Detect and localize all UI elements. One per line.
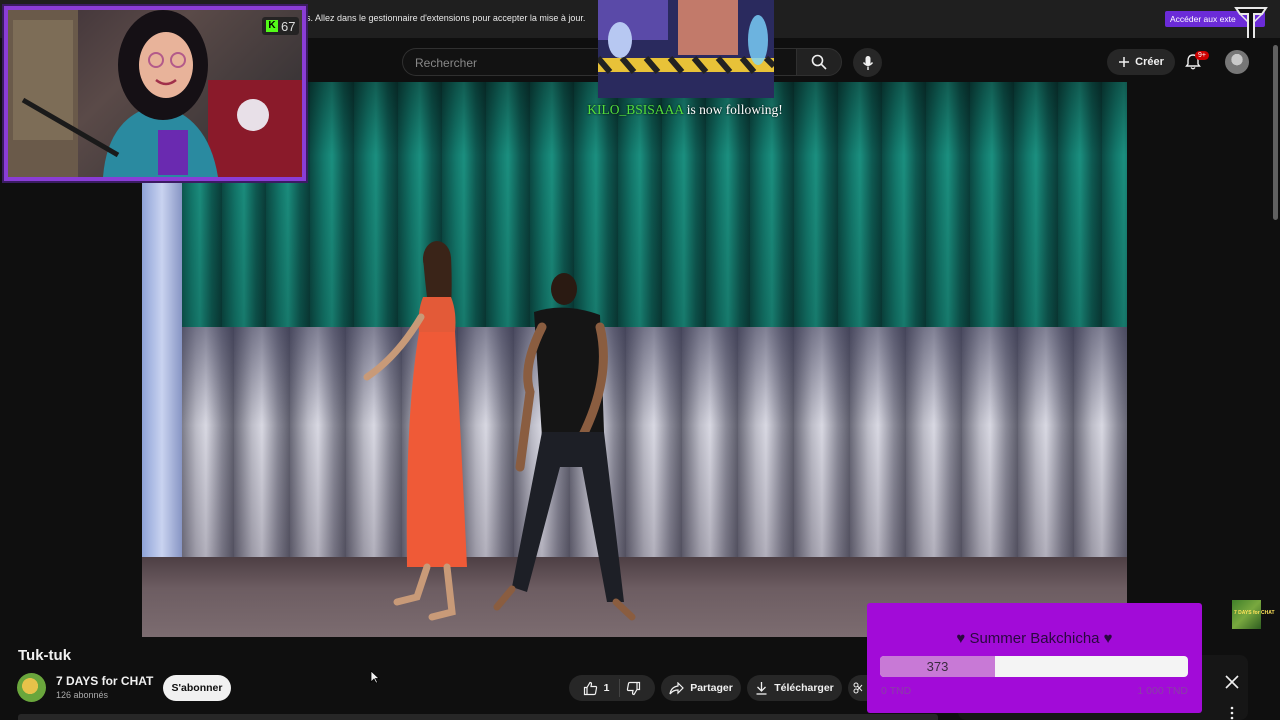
follow-alert-suffix: is now following!	[683, 102, 783, 117]
channel-avatar[interactable]	[17, 673, 46, 702]
stage-curtain-grey	[178, 317, 1127, 587]
streamer-illustration	[8, 10, 302, 177]
account-avatar[interactable]	[1225, 50, 1249, 74]
voice-search-button[interactable]	[853, 48, 882, 77]
thumbs-up-icon	[583, 681, 597, 695]
channel-watermark[interactable]: 7 DAYS for CHAT	[1232, 600, 1275, 629]
donation-goal-widget: ♥ Summer Bakchicha ♥ 373 0 TND 1 000 TND	[867, 603, 1202, 713]
donation-goal-max: 1 000 TND	[1137, 685, 1188, 697]
subscriber-count: 126 abonnés	[56, 690, 109, 700]
kick-logo-icon: K	[266, 20, 278, 32]
stage-light-left	[142, 162, 182, 582]
download-button[interactable]: Télécharger	[747, 675, 842, 701]
subscribe-button[interactable]: S'abonner	[163, 675, 231, 701]
thumbs-down-icon	[627, 681, 641, 695]
more-options-icon[interactable]	[1229, 706, 1235, 720]
scissors-icon	[853, 682, 863, 694]
screen: s. Allez dans le gestionnaire d'extensio…	[0, 0, 1280, 720]
donation-goal-min: 0 TND	[881, 685, 912, 697]
create-button[interactable]: Créer	[1107, 49, 1175, 75]
video-title: Tuk-tuk	[18, 647, 72, 664]
extension-update-message: s. Allez dans le gestionnaire d'extensio…	[306, 13, 586, 23]
clip-button[interactable]	[848, 675, 868, 701]
like-button[interactable]: 1	[583, 679, 621, 697]
channel-watermark-text: 7 DAYS for CHAT	[1234, 610, 1275, 616]
dancer-man	[493, 273, 636, 621]
close-icon[interactable]	[1222, 672, 1242, 692]
follow-alert-artwork	[598, 0, 774, 98]
viewer-count: 67	[281, 18, 296, 34]
channel-name[interactable]: 7 DAYS for CHAT	[56, 674, 153, 688]
description-box-edge	[18, 714, 938, 720]
share-icon	[669, 681, 685, 694]
like-count: 1	[603, 682, 610, 694]
notifications-badge: 9+	[1195, 51, 1209, 60]
donation-goal-current: 373	[926, 659, 949, 674]
search-button[interactable]	[796, 48, 842, 76]
plus-icon	[1119, 57, 1130, 67]
create-label: Créer	[1135, 56, 1164, 68]
donation-goal-title: ♥ Summer Bakchicha ♥	[956, 630, 1113, 647]
microphone-icon	[862, 55, 873, 70]
mouse-cursor-icon	[370, 670, 380, 684]
stage-curtain-green	[178, 82, 1127, 327]
dislike-button[interactable]	[626, 681, 641, 696]
like-dislike-group: 1	[569, 675, 655, 701]
streamer-webcam: K 67	[4, 6, 306, 181]
scrollbar-thumb[interactable]	[1273, 45, 1278, 220]
follow-alert-message: KILO_BSISAAA is now following!	[560, 102, 810, 118]
download-label: Télécharger	[774, 682, 834, 694]
donation-goal-bar: 373	[880, 656, 1188, 677]
share-label: Partager	[690, 682, 733, 694]
follower-username: KILO_BSISAAA	[587, 102, 684, 117]
dancer-woman	[363, 241, 467, 621]
share-button[interactable]: Partager	[661, 675, 741, 701]
download-icon	[756, 682, 767, 695]
viewer-count-badge: K 67	[262, 17, 300, 35]
search-icon	[811, 54, 827, 70]
follow-alert-animation	[598, 0, 774, 98]
